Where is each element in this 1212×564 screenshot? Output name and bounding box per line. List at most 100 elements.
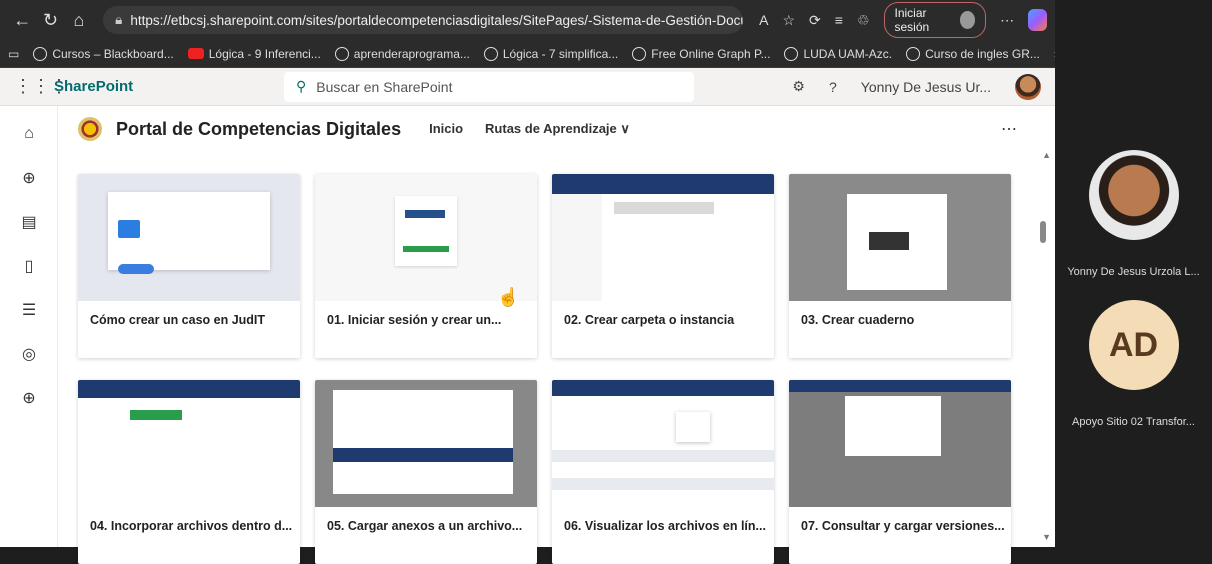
card-title: 04. Incorporar archivos dentro d...: [90, 519, 293, 533]
extensions-icon[interactable]: ⟳: [809, 12, 821, 29]
youtube-icon: [187, 48, 204, 59]
profile-switch-icon[interactable]: ♲: [857, 12, 870, 29]
content-card[interactable]: 04. Incorporar archivos dentro d...: [78, 380, 300, 564]
read-aloud-icon[interactable]: A: [759, 12, 768, 28]
address-bar[interactable]: 🔒︎ https://etbcsj.sharepoint.com/sites/p…: [103, 6, 744, 34]
nav-item-rutas[interactable]: Rutas de Aprendizaje ∨: [485, 121, 630, 137]
card-title: 06. Visualizar los archivos en lín...: [564, 519, 766, 533]
content-card[interactable]: 02. Crear carpeta o instancia: [552, 174, 774, 358]
card-thumbnail: [789, 174, 1011, 301]
sharepoint-brand[interactable]: SharePoint: [54, 78, 214, 95]
chevron-down-icon: ∨: [620, 121, 630, 136]
favorite-item[interactable]: Lógica - 7 simplifica...: [483, 46, 619, 61]
tab-actions-icon[interactable]: ▭: [8, 47, 19, 61]
favorite-label: Cursos – Blackboard...: [52, 46, 174, 61]
favorite-label: Curso de ingles GR...: [925, 46, 1040, 61]
scroll-up-icon[interactable]: ▲: [1042, 150, 1051, 160]
participant-initials: AD: [1088, 300, 1179, 390]
site-title[interactable]: Portal de Competencias Digitales: [116, 119, 401, 140]
app-launcher-icon[interactable]: ⋮⋮⋮: [14, 76, 68, 97]
card-title: Cómo crear un caso en JudIT: [90, 313, 266, 327]
card-title: 05. Cargar anexos a un archivo...: [327, 519, 523, 533]
news-icon[interactable]: ▤: [0, 200, 58, 244]
favorites-bar: ▭ Cursos – Blackboard... Lógica - 9 Infe…: [0, 40, 1055, 68]
scrollbar-thumb[interactable]: [1040, 221, 1046, 243]
hand-cursor-icon: ☝: [497, 287, 520, 307]
video-call-panel: Yonny De Jesus Urzola L... AD Apoyo Siti…: [1055, 0, 1212, 547]
globe-icon: [483, 46, 498, 61]
favorite-item[interactable]: aprenderaprograma...: [334, 46, 470, 61]
favorite-star-icon[interactable]: ☆: [782, 12, 795, 29]
card-thumbnail: [315, 380, 537, 507]
browser-titlebar: ← ↻ ⌂ 🔒︎ https://etbcsj.sharepoint.com/s…: [0, 0, 1055, 40]
site-more-icon[interactable]: ⋯: [1001, 119, 1017, 139]
site-header: Portal de Competencias Digitales Inicio …: [58, 106, 1055, 152]
favorite-label: Free Online Graph P...: [651, 46, 771, 61]
signin-button[interactable]: Iniciar sesión: [883, 2, 987, 38]
card-thumbnail: [78, 380, 300, 507]
favorite-item[interactable]: Curso de ingles GR...: [906, 46, 1040, 61]
globe-icon: [632, 46, 647, 61]
favorite-label: Lógica - 7 simplifica...: [502, 46, 619, 61]
user-name[interactable]: Yonny De Jesus Ur...: [861, 79, 991, 95]
settings-gear-icon[interactable]: ⚙: [792, 78, 805, 95]
favorite-item[interactable]: Free Online Graph P...: [632, 46, 771, 61]
files-icon[interactable]: ▯: [0, 244, 58, 288]
participant-tile[interactable]: AD Apoyo Sitio 02 Transfor...: [1055, 300, 1212, 428]
search-icon: ⚲: [296, 78, 307, 94]
favorite-item[interactable]: LUDA UAM-Azc.: [784, 46, 893, 61]
participant-tile[interactable]: Yonny De Jesus Urzola L...: [1055, 150, 1212, 278]
sites-globe-icon[interactable]: ⊕: [0, 156, 58, 200]
search-placeholder: Buscar en SharePoint: [316, 78, 453, 95]
favorite-label: aprenderaprograma...: [353, 46, 470, 61]
help-icon[interactable]: ?: [829, 79, 837, 95]
card-grid: Cómo crear un caso en JudIT 01. Iniciar …: [78, 174, 1013, 564]
card-title: 02. Crear carpeta o instancia: [564, 313, 735, 327]
content-card[interactable]: Cómo crear un caso en JudIT: [78, 174, 300, 358]
lock-icon: 🔒︎: [115, 12, 123, 27]
card-thumbnail: [552, 174, 774, 301]
copilot-icon[interactable]: [1028, 9, 1048, 31]
app-bar: ⌂ ⊕ ▤ ▯ ☰ ◎ ⊕: [0, 106, 58, 547]
content-card[interactable]: 06. Visualizar los archivos en lín...: [552, 380, 774, 564]
more-options-icon[interactable]: ⋯: [1000, 12, 1014, 29]
participant-photo: [1088, 150, 1179, 240]
card-thumbnail: [78, 174, 300, 301]
participant-name: Yonny De Jesus Urzola L...: [1067, 266, 1200, 278]
content-card[interactable]: 07. Consultar y cargar versiones...: [789, 380, 1011, 564]
globe-icon: [334, 46, 349, 61]
scroll-down-icon[interactable]: ▼: [1042, 532, 1051, 542]
url-text: https://etbcsj.sharepoint.com/sites/port…: [130, 12, 744, 28]
card-title: 07. Consultar y cargar versiones...: [801, 519, 1005, 533]
create-plus-icon[interactable]: ⊕: [0, 376, 58, 420]
favorite-item[interactable]: Lógica - 9 Inferenci...: [187, 46, 321, 61]
card-thumbnail: [315, 174, 537, 301]
favorite-label: LUDA UAM-Azc.: [803, 46, 893, 61]
content-card[interactable]: 03. Crear cuaderno: [789, 174, 1011, 358]
browser-window: ← ↻ ⌂ 🔒︎ https://etbcsj.sharepoint.com/s…: [0, 0, 1055, 564]
lists-icon[interactable]: ☰: [0, 288, 58, 332]
copilot-rail-icon[interactable]: ◎: [0, 332, 58, 376]
favorites-list-icon[interactable]: ≡: [835, 12, 843, 28]
profile-avatar-icon: [959, 11, 976, 29]
back-icon[interactable]: ←: [8, 5, 36, 35]
signin-label: Iniciar sesión: [894, 6, 930, 34]
nav-item-inicio[interactable]: Inicio: [429, 121, 463, 137]
card-title: 03. Crear cuaderno: [801, 313, 915, 327]
card-thumbnail: [789, 380, 1011, 507]
site-logo[interactable]: [78, 117, 102, 141]
search-box[interactable]: ⚲ Buscar en SharePoint: [284, 71, 694, 102]
refresh-icon[interactable]: ↻: [36, 5, 64, 35]
favorite-item[interactable]: Cursos – Blackboard...: [33, 46, 174, 61]
nav-label: Rutas de Aprendizaje: [485, 121, 617, 136]
favorite-label: Lógica - 9 Inferenci...: [208, 46, 321, 61]
home-icon[interactable]: ⌂: [65, 5, 93, 35]
globe-icon: [33, 46, 48, 61]
home-icon[interactable]: ⌂: [0, 112, 58, 156]
content-card[interactable]: 01. Iniciar sesión y crear un...: [315, 174, 537, 358]
user-avatar[interactable]: [1015, 73, 1041, 100]
participant-name: Apoyo Sitio 02 Transfor...: [1072, 416, 1195, 428]
page-content: Portal de Competencias Digitales Inicio …: [58, 106, 1055, 564]
globe-icon: [906, 46, 921, 61]
content-card[interactable]: 05. Cargar anexos a un archivo...: [315, 380, 537, 564]
